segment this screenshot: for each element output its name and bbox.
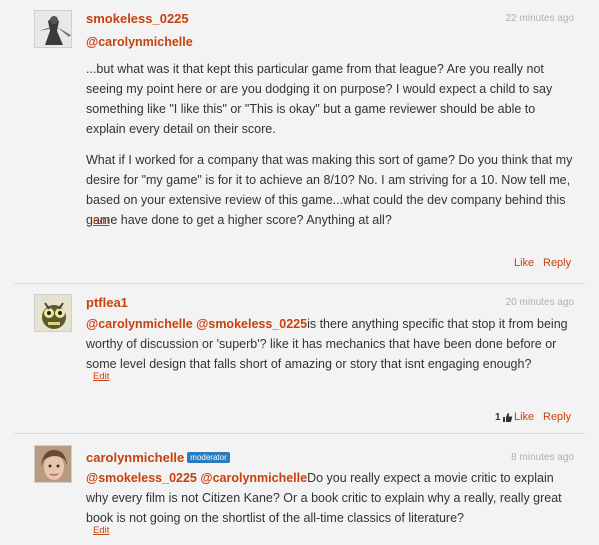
timestamp: 22 minutes ago <box>505 13 574 24</box>
comment-body: @carolynmichelle ...but what was it that… <box>86 32 574 241</box>
comment-body: @smokeless_0225 @carolynmichelleDo you r… <box>86 468 574 539</box>
edit-link[interactable]: Edit <box>93 525 109 536</box>
username[interactable]: carolynmichelle moderator <box>86 450 230 465</box>
like-button[interactable]: Like <box>514 411 534 423</box>
comment: smokeless_0225 22 minutes ago @carolynmi… <box>0 0 599 285</box>
username[interactable]: ptflea1 <box>86 295 128 310</box>
comment-paragraph: What if I worked for a company that was … <box>86 153 573 227</box>
edit-link[interactable]: Edit <box>93 371 109 382</box>
reply-button[interactable]: Reply <box>543 257 571 269</box>
timestamp: 8 minutes ago <box>511 452 574 463</box>
username[interactable]: smokeless_0225 <box>86 11 189 26</box>
avatar[interactable] <box>34 445 72 483</box>
comment: carolynmichelle moderator 8 minutes ago @… <box>0 433 599 545</box>
avatar[interactable] <box>34 10 72 48</box>
timestamp: 20 minutes ago <box>505 297 574 308</box>
moderator-badge: moderator <box>187 452 230 463</box>
avatar[interactable] <box>34 294 72 332</box>
thumbs-up-icon <box>502 412 513 426</box>
mention-link[interactable]: @smokeless_0225 <box>196 317 307 331</box>
mention-link[interactable]: @carolynmichelle <box>86 317 193 331</box>
edit-link[interactable]: Edit <box>93 216 109 227</box>
comment-body: @carolynmichelle @smokeless_0225is there… <box>86 314 574 385</box>
like-button[interactable]: Like <box>514 257 534 269</box>
divider <box>14 283 585 284</box>
username-text[interactable]: carolynmichelle <box>86 450 184 465</box>
mention-link[interactable]: @carolynmichelle <box>86 35 193 49</box>
comment: ptflea1 20 minutes ago @carolynmichelle … <box>0 285 599 433</box>
like-count: 1 <box>495 412 501 423</box>
mention-link[interactable]: @smokeless_0225 <box>86 471 197 485</box>
reply-button[interactable]: Reply <box>543 411 571 423</box>
mention-link[interactable]: @carolynmichelle <box>200 471 307 485</box>
comment-paragraph: ...but what was it that kept this partic… <box>86 62 553 136</box>
